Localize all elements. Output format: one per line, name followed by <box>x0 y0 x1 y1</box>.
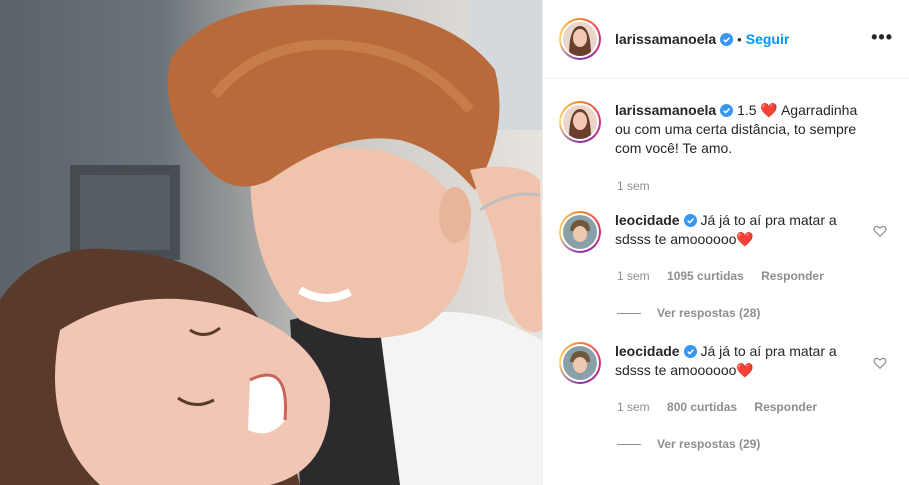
caption-body: larissamanoela 1.5 ❤️ Agarradinha ou com… <box>615 101 875 158</box>
separator-dot: • <box>737 31 742 47</box>
more-options-icon[interactable]: ••• <box>871 28 893 46</box>
comment-username[interactable]: leocidade <box>615 212 680 228</box>
verified-badge-icon <box>720 104 734 117</box>
post-photo[interactable] <box>0 0 542 485</box>
post-container: larissamanoela • Seguir ••• larissamanoe… <box>0 0 909 485</box>
comment-item: leocidade Já já to aí pra matar a sdsss … <box>559 211 899 253</box>
couple-photo <box>0 0 542 485</box>
view-replies-label: Ver respostas (29) <box>657 437 761 451</box>
caption-username[interactable]: larissamanoela <box>615 102 716 118</box>
verified-badge-icon <box>683 345 697 358</box>
caption: larissamanoela 1.5 ❤️ Agarradinha ou com… <box>559 101 899 158</box>
comment-likes[interactable]: 800 curtidas <box>667 400 737 414</box>
replies-line <box>617 443 641 445</box>
reply-button[interactable]: Responder <box>754 400 817 414</box>
like-heart-icon[interactable] <box>873 356 887 370</box>
comment-body: leocidade Já já to aí pra matar a sdsss … <box>615 211 861 253</box>
comment-likes[interactable]: 1095 curtidas <box>667 269 744 283</box>
view-replies-button[interactable]: Ver respostas (29) <box>617 437 760 451</box>
reply-button[interactable]: Responder <box>761 269 824 283</box>
like-heart-icon[interactable] <box>873 224 887 238</box>
comment-avatar[interactable] <box>559 211 601 253</box>
comment-time[interactable]: 1 sem <box>617 269 650 283</box>
avatar[interactable] <box>559 18 601 60</box>
caption-avatar[interactable] <box>559 101 601 143</box>
comment-username[interactable]: leocidade <box>615 343 680 359</box>
replies-line <box>617 312 641 314</box>
comment-meta: 1 sem 800 curtidas Responder <box>617 400 831 414</box>
author-username[interactable]: larissamanoela <box>615 31 716 47</box>
post-header: larissamanoela • Seguir ••• <box>543 0 909 79</box>
caption-time[interactable]: 1 sem <box>617 179 650 193</box>
verified-badge-icon <box>683 214 697 227</box>
comment-meta: 1 sem 1095 curtidas Responder <box>617 269 838 283</box>
comments-panel: larissamanoela • Seguir ••• larissamanoe… <box>542 0 909 485</box>
verified-badge-icon <box>720 32 734 46</box>
comment-body: leocidade Já já to aí pra matar a sdsss … <box>615 342 861 384</box>
comment-avatar[interactable] <box>559 342 601 384</box>
follow-button[interactable]: Seguir <box>746 31 790 47</box>
comment-item: leocidade Já já to aí pra matar a sdsss … <box>559 342 899 384</box>
view-replies-label: Ver respostas (28) <box>657 306 761 320</box>
comment-time[interactable]: 1 sem <box>617 400 650 414</box>
view-replies-button[interactable]: Ver respostas (28) <box>617 306 760 320</box>
